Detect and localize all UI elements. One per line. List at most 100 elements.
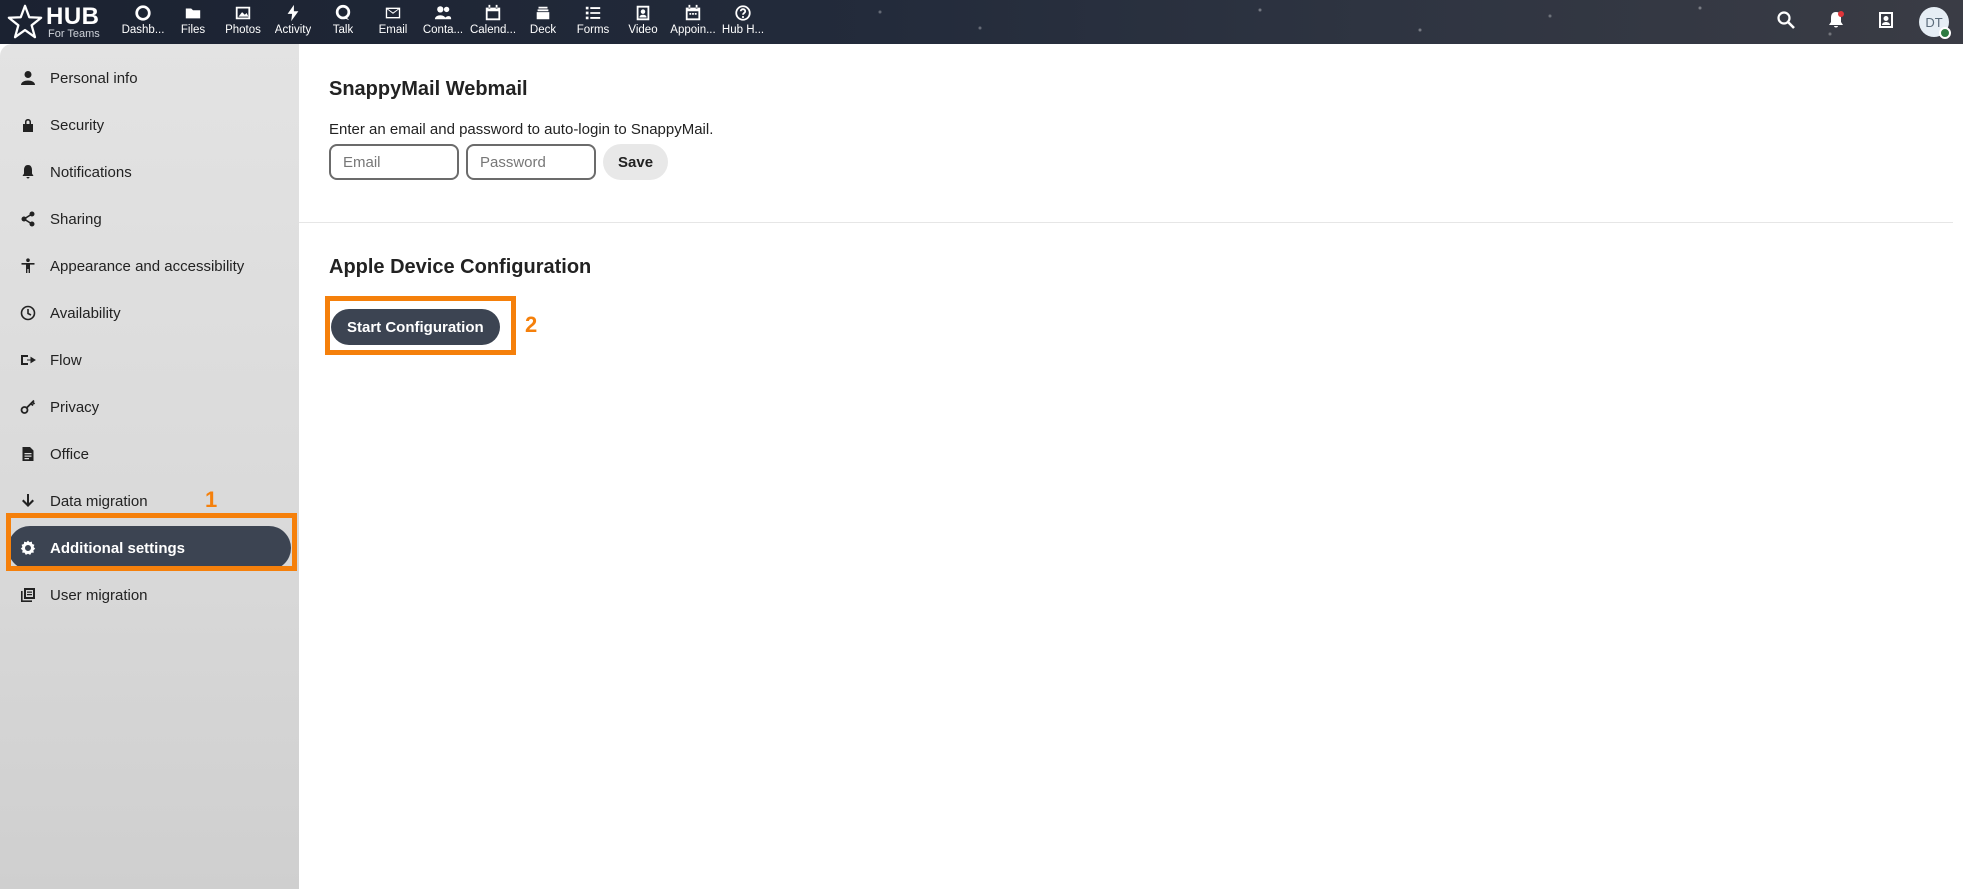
search-icon [1776,10,1796,35]
app-label: Activity [274,24,312,36]
sidebar-item-label: Appearance and accessibility [50,257,245,275]
save-button[interactable]: Save [603,144,669,180]
app-video[interactable]: Video [618,0,668,44]
app-forms[interactable]: Forms [568,0,618,44]
help-icon [732,2,754,24]
share-icon [20,211,36,227]
online-status-icon [1939,27,1951,39]
app-files[interactable]: Files [168,0,218,44]
settings-sidebar: Personal info Security Notifications Sha… [0,44,299,889]
app-label: Photos [225,24,261,36]
gear-icon [20,540,36,556]
app-menu: Dashb... Files Photos Activity Talk Emai… [118,0,768,44]
lock-icon [20,117,36,133]
app-label: Files [180,24,206,36]
download-arrow-icon [20,493,36,509]
image-icon [232,2,254,24]
user-avatar[interactable]: DT [1919,7,1951,39]
apple-config-section: Apple Device Configuration [299,256,1953,279]
list-icon [582,2,604,24]
app-label: Dashb... [121,24,165,36]
app-label: Deck [529,24,557,36]
sidebar-item-sharing[interactable]: Sharing [8,197,291,241]
talk-icon [332,2,354,24]
section-divider [299,222,1953,223]
app-deck[interactable]: Deck [518,0,568,44]
sidebar-item-availability[interactable]: Availability [8,291,291,335]
contacts-icon [432,2,454,24]
sidebar-item-additional-settings[interactable]: Additional settings [8,526,291,570]
app-label: Talk [332,24,354,36]
snappymail-login-form: Save [329,144,1923,180]
video-icon [632,2,654,24]
brand-subtitle: For Teams [48,27,100,40]
app-label: Conta... [422,24,464,36]
sidebar-item-user-migration[interactable]: User migration [8,573,291,617]
sidebar-item-flow[interactable]: Flow [8,338,291,382]
app-email[interactable]: Email [368,0,418,44]
person-icon [20,70,36,86]
app-photos[interactable]: Photos [218,0,268,44]
sidebar-item-label: User migration [50,586,148,604]
clock-icon [20,305,36,321]
calendar-icon [482,2,504,24]
app-label: Hub H... [721,24,765,36]
sidebar-item-security[interactable]: Security [8,103,291,147]
dashboard-icon [132,2,154,24]
archive-icon [20,587,36,603]
sidebar-item-office[interactable]: Office [8,432,291,476]
top-bar: HUB For Teams Dashb... Files Photos Acti… [0,0,1963,44]
sidebar-item-label: Additional settings [50,539,185,557]
section-title-apple-config: Apple Device Configuration [329,256,592,278]
mail-icon [382,2,404,24]
app-dashboard[interactable]: Dashb... [118,0,168,44]
flow-icon [20,352,36,368]
app-hub-help[interactable]: Hub H... [718,0,768,44]
deck-icon [532,2,554,24]
document-icon [20,446,36,462]
header-actions: DT [1761,0,1963,44]
sidebar-item-label: Notifications [50,163,132,181]
app-label: Forms [576,24,610,36]
start-configuration-button[interactable]: Start Configuration [331,309,500,345]
sidebar-item-notifications[interactable]: Notifications [8,150,291,194]
folder-icon [182,2,204,24]
bell-icon [1826,10,1846,35]
snappymail-section: SnappyMail Webmail Enter an email and pa… [299,78,1953,180]
sidebar-item-label: Flow [50,351,82,369]
annotation-number-2: 2 [525,312,538,337]
app-activity[interactable]: Activity [268,0,318,44]
sidebar-item-label: Sharing [50,210,102,228]
settings-content: SnappyMail Webmail Enter an email and pa… [299,44,1953,889]
brand-logo[interactable]: HUB For Teams [6,2,100,42]
annotation-number-1: 1 [205,487,218,512]
sidebar-item-label: Data migration [50,492,148,510]
sidebar-item-personal-info[interactable]: Personal info [8,56,291,100]
search-button[interactable] [1761,0,1811,44]
contacts-menu-button[interactable] [1861,0,1911,44]
sidebar-item-label: Personal info [50,69,138,87]
brand-name: HUB [46,2,100,30]
sidebar-item-label: Office [50,445,89,463]
app-appointments[interactable]: Appoin... [668,0,718,44]
sidebar-item-privacy[interactable]: Privacy [8,385,291,429]
avatar-initials: DT [1925,14,1943,30]
app-label: Email [378,24,408,36]
accessibility-icon [20,258,36,274]
app-calendar[interactable]: Calend... [468,0,518,44]
notifications-button[interactable] [1811,0,1861,44]
app-label: Appoin... [670,24,716,36]
app-label: Video [628,24,658,36]
password-field[interactable] [466,144,596,180]
appointment-icon [682,2,704,24]
app-talk[interactable]: Talk [318,0,368,44]
app-contacts[interactable]: Conta... [418,0,468,44]
email-field[interactable] [329,144,459,180]
sidebar-item-appearance[interactable]: Appearance and accessibility [8,244,291,288]
sidebar-item-label: Security [50,116,105,134]
sidebar-item-data-migration[interactable]: Data migration [8,479,291,523]
sidebar-item-label: Privacy [50,398,100,416]
address-book-icon [1876,10,1896,35]
snappymail-description: Enter an email and password to auto-logi… [329,121,714,138]
lightning-icon [282,2,304,24]
